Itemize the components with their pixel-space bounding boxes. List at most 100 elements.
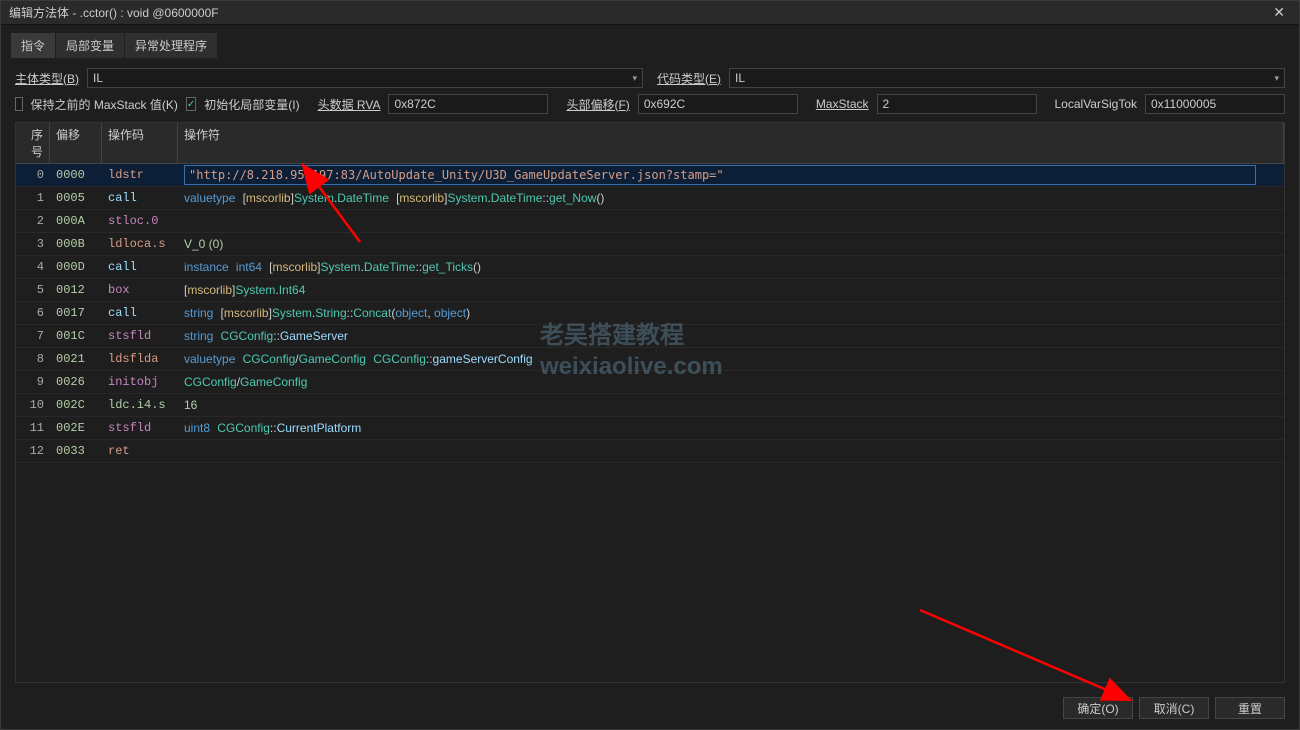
- cell-opcode: ret: [102, 442, 178, 460]
- table-row[interactable]: 7001Cstsfldstring CGConfig::GameServer: [16, 325, 1284, 348]
- maxstack-label: MaxStack: [816, 97, 869, 111]
- col-opcode[interactable]: 操作码: [102, 123, 178, 163]
- cell-index: 4: [16, 258, 50, 276]
- table-row[interactable]: 60017callstring [mscorlib]System.String:…: [16, 302, 1284, 325]
- instruction-table: 序号 偏移 操作码 操作符 00000ldstr10005callvaluety…: [15, 122, 1285, 683]
- reset-button[interactable]: 重置: [1215, 697, 1285, 719]
- table-body: 00000ldstr10005callvaluetype [mscorlib]S…: [16, 164, 1284, 682]
- window-title: 编辑方法体 - .cctor() : void @0600000F: [9, 4, 219, 21]
- cell-operand: CGConfig/GameConfig: [178, 373, 1284, 392]
- cell-opcode: call: [102, 189, 178, 207]
- table-row[interactable]: 50012box[mscorlib]System.Int64: [16, 279, 1284, 302]
- cell-operand: valuetype CGConfig/GameConfig CGConfig::…: [178, 350, 1284, 369]
- table-row[interactable]: 4000Dcallinstance int64 [mscorlib]System…: [16, 256, 1284, 279]
- cell-operand: string CGConfig::GameServer: [178, 327, 1284, 346]
- table-row[interactable]: 10002Cldc.i4.s16: [16, 394, 1284, 417]
- cell-offset: 0017: [50, 304, 102, 322]
- cell-operand: V_0 (0): [178, 235, 1284, 254]
- cell-index: 6: [16, 304, 50, 322]
- cell-index: 7: [16, 327, 50, 345]
- operand-input[interactable]: [184, 165, 1256, 185]
- header-rva-input[interactable]: [388, 94, 548, 114]
- cell-opcode: ldsflda: [102, 350, 178, 368]
- table-row[interactable]: 3000Bldloca.sV_0 (0): [16, 233, 1284, 256]
- localvarsigtok-input[interactable]: [1145, 94, 1285, 114]
- cell-offset: 001C: [50, 327, 102, 345]
- localvarsigtok-label: LocalVarSigTok: [1055, 97, 1138, 111]
- table-row[interactable]: 2000Astloc.0: [16, 210, 1284, 233]
- cell-opcode: stloc.0: [102, 212, 178, 230]
- cell-opcode: call: [102, 304, 178, 322]
- col-operand[interactable]: 操作符: [178, 123, 1284, 163]
- body-type-label: 主体类型(B): [15, 70, 79, 87]
- tab-局部变量[interactable]: 局部变量: [56, 33, 124, 58]
- cell-operand: uint8 CGConfig::CurrentPlatform: [178, 419, 1284, 438]
- table-row[interactable]: 11002Estsflduint8 CGConfig::CurrentPlatf…: [16, 417, 1284, 440]
- code-type-label: 代码类型(E): [657, 70, 721, 87]
- cell-operand: 16: [178, 396, 1284, 415]
- header-offset-label: 头部偏移(F): [566, 96, 629, 113]
- cell-index: 2: [16, 212, 50, 230]
- cell-opcode: box: [102, 281, 178, 299]
- ok-button[interactable]: 确定(O): [1063, 697, 1133, 719]
- table-row[interactable]: 10005callvaluetype [mscorlib]System.Date…: [16, 187, 1284, 210]
- chevron-down-icon: ▾: [1274, 73, 1279, 84]
- cell-index: 5: [16, 281, 50, 299]
- titlebar: 编辑方法体 - .cctor() : void @0600000F ✕: [1, 1, 1299, 25]
- cell-opcode: stsfld: [102, 419, 178, 437]
- cell-operand: [178, 164, 1284, 187]
- cell-opcode: ldstr: [102, 166, 178, 184]
- cell-opcode: call: [102, 258, 178, 276]
- col-offset[interactable]: 偏移: [50, 123, 102, 163]
- cell-offset: 0012: [50, 281, 102, 299]
- init-locals-label: 初始化局部变量(I): [204, 96, 299, 113]
- table-row[interactable]: 90026initobjCGConfig/GameConfig: [16, 371, 1284, 394]
- header-offset-input[interactable]: [638, 94, 798, 114]
- col-index[interactable]: 序号: [16, 123, 50, 163]
- cell-opcode: initobj: [102, 373, 178, 391]
- cell-offset: 002C: [50, 396, 102, 414]
- code-type-select[interactable]: IL▾: [729, 68, 1285, 88]
- cell-operand: instance int64 [mscorlib]System.DateTime…: [178, 258, 1284, 277]
- cell-operand: string [mscorlib]System.String::Concat(o…: [178, 304, 1284, 323]
- body-type-select[interactable]: IL▾: [87, 68, 643, 88]
- cell-offset: 000B: [50, 235, 102, 253]
- init-locals-checkbox[interactable]: ✓: [186, 97, 196, 111]
- maxstack-input[interactable]: [877, 94, 1037, 114]
- close-icon[interactable]: ✕: [1267, 4, 1291, 21]
- cell-index: 12: [16, 442, 50, 460]
- table-row[interactable]: 00000ldstr: [16, 164, 1284, 187]
- table-row[interactable]: 80021ldsfldavaluetype CGConfig/GameConfi…: [16, 348, 1284, 371]
- cell-offset: 0021: [50, 350, 102, 368]
- cell-offset: 000D: [50, 258, 102, 276]
- cancel-button[interactable]: 取消(C): [1139, 697, 1209, 719]
- cell-operand: [178, 449, 1284, 453]
- cell-index: 1: [16, 189, 50, 207]
- cell-index: 10: [16, 396, 50, 414]
- cell-operand: valuetype [mscorlib]System.DateTime [msc…: [178, 189, 1284, 208]
- cell-index: 3: [16, 235, 50, 253]
- form-area: 主体类型(B) IL▾ 代码类型(E) IL▾ 保持之前的 MaxStack 值…: [1, 58, 1299, 122]
- cell-index: 9: [16, 373, 50, 391]
- tab-指令[interactable]: 指令: [11, 33, 55, 58]
- cell-offset: 0000: [50, 166, 102, 184]
- tab-异常处理程序[interactable]: 异常处理程序: [125, 33, 217, 58]
- table-header: 序号 偏移 操作码 操作符: [16, 123, 1284, 164]
- cell-offset: 0033: [50, 442, 102, 460]
- tabs: 指令局部变量异常处理程序: [1, 25, 1299, 58]
- cell-index: 11: [16, 419, 50, 437]
- chevron-down-icon: ▾: [632, 73, 637, 84]
- cell-offset: 0005: [50, 189, 102, 207]
- cell-offset: 0026: [50, 373, 102, 391]
- cell-opcode: stsfld: [102, 327, 178, 345]
- footer: 确定(O) 取消(C) 重置: [1, 691, 1299, 729]
- table-row[interactable]: 120033ret: [16, 440, 1284, 463]
- keep-maxstack-label: 保持之前的 MaxStack 值(K): [31, 96, 178, 113]
- cell-opcode: ldloca.s: [102, 235, 178, 253]
- cell-offset: 002E: [50, 419, 102, 437]
- cell-index: 0: [16, 166, 50, 184]
- cell-operand: [mscorlib]System.Int64: [178, 281, 1284, 300]
- cell-index: 8: [16, 350, 50, 368]
- header-rva-label: 头数据 RVA: [318, 96, 381, 113]
- keep-maxstack-checkbox[interactable]: [15, 97, 23, 111]
